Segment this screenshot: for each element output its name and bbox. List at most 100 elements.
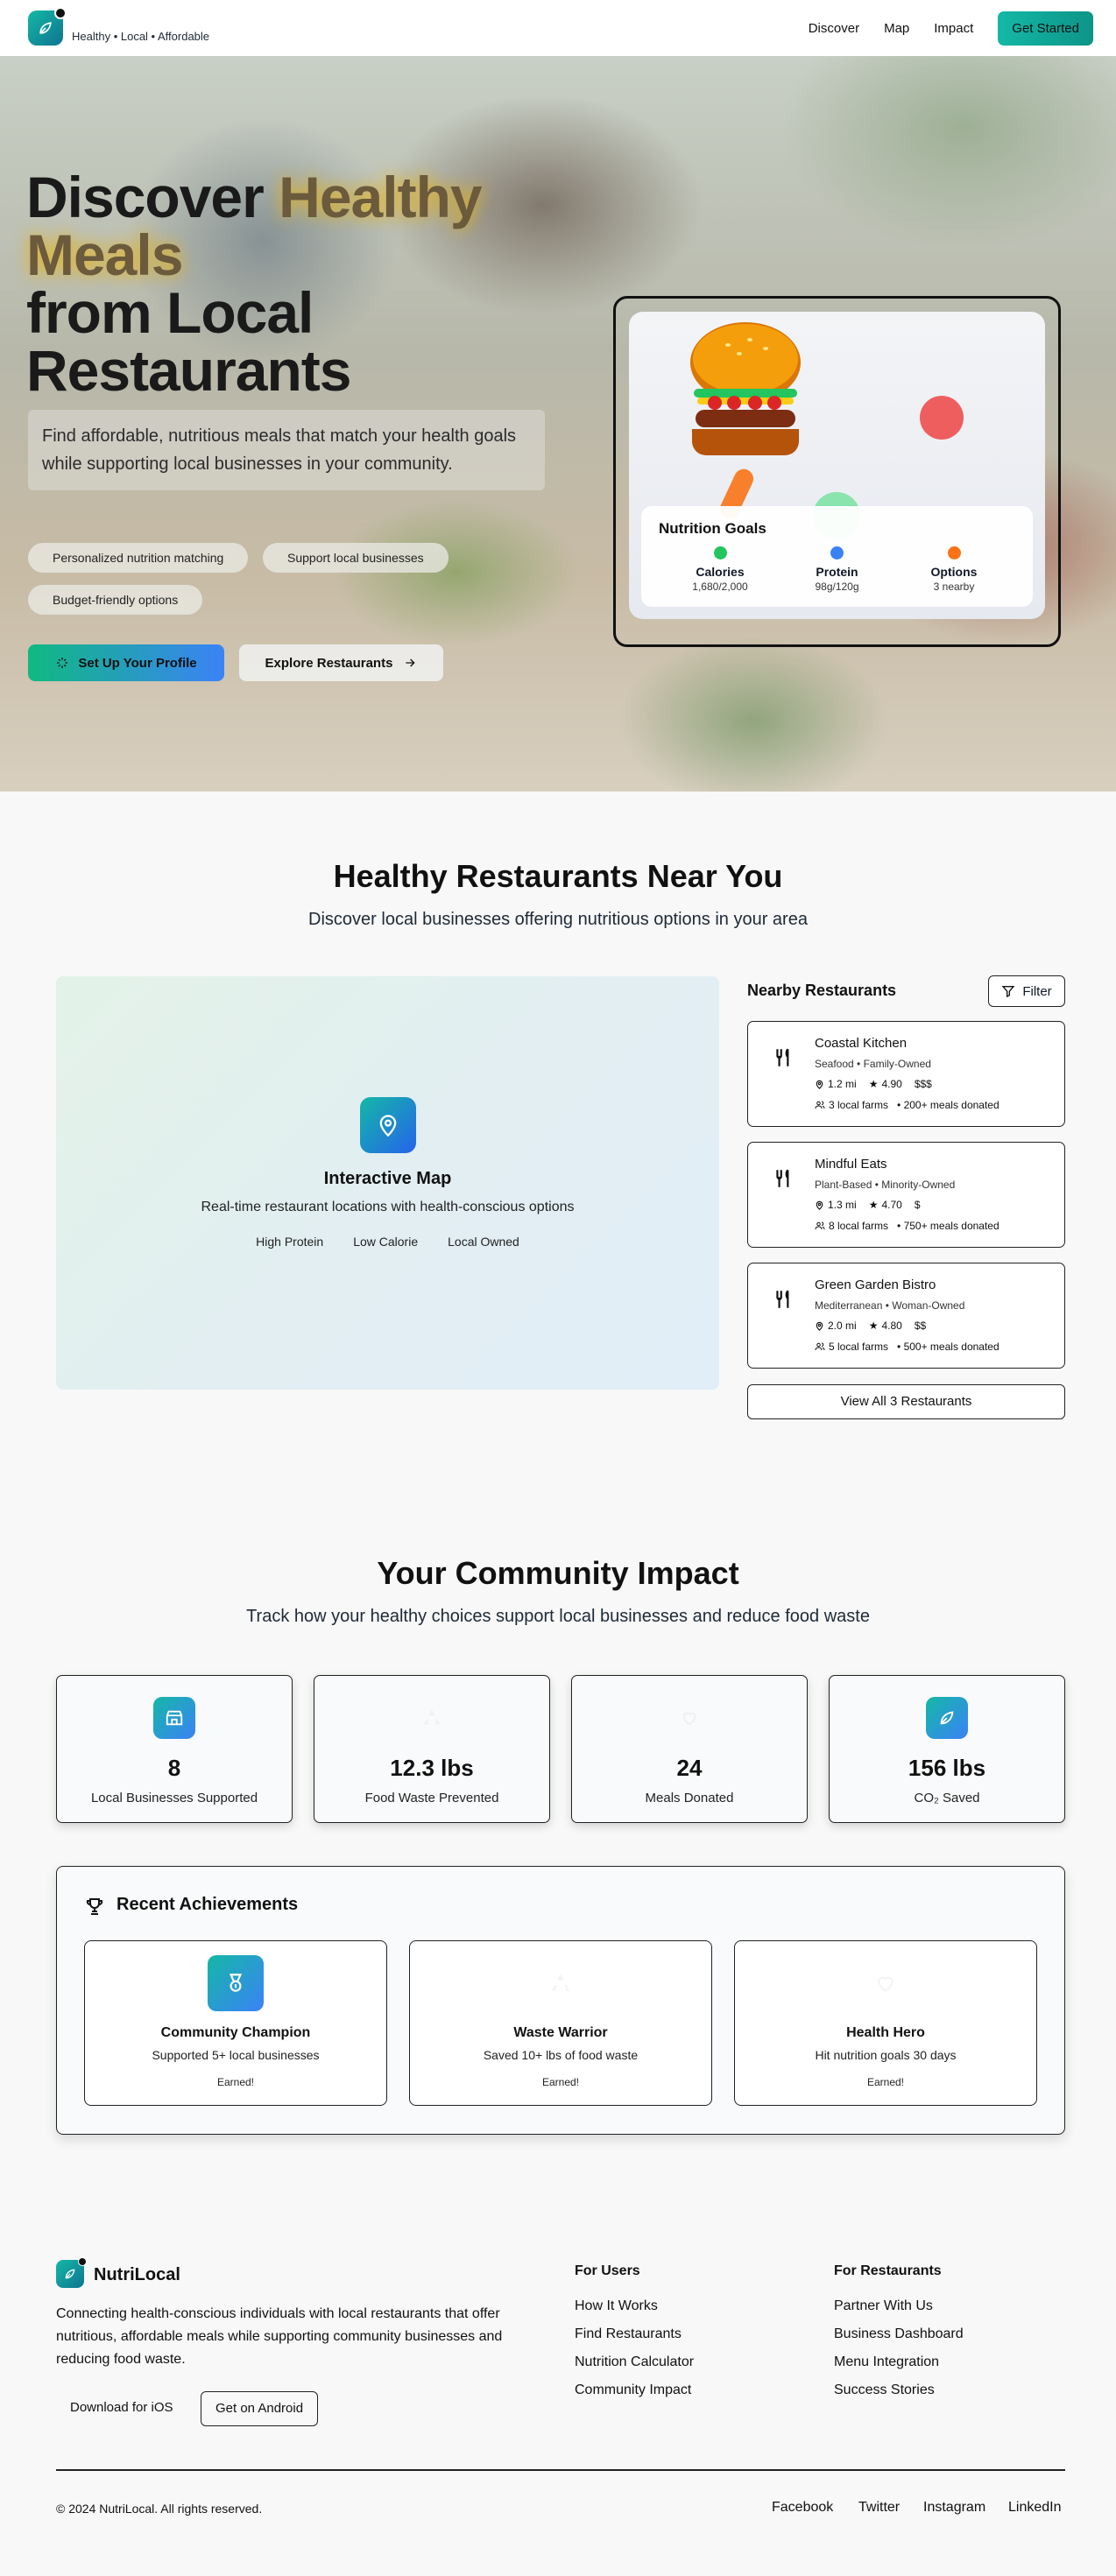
hero-title-highlight-2: Meals bbox=[26, 222, 183, 287]
utensils-icon bbox=[776, 1169, 789, 1187]
goal-label: Protein bbox=[816, 565, 858, 579]
filter-label: Filter bbox=[1022, 983, 1052, 999]
logo-badge bbox=[78, 2257, 87, 2266]
restaurant-meta: Mediterranean • Woman-Owned bbox=[815, 1299, 965, 1312]
footer-col-users-title: For Users bbox=[575, 2263, 640, 2278]
social-instagram[interactable]: Instagram bbox=[923, 2500, 985, 2516]
footer-brand: NutriLocal bbox=[94, 2265, 180, 2284]
users-icon bbox=[815, 1101, 825, 1109]
footer-link-success-stories[interactable]: Success Stories bbox=[834, 2382, 935, 2398]
restaurant-price: $ bbox=[914, 1199, 921, 1211]
nav-map[interactable]: Map bbox=[884, 21, 909, 36]
restaurant-meta: Plant-Based • Minority-Owned bbox=[815, 1179, 956, 1191]
stat-value: 24 bbox=[676, 1755, 703, 1781]
footer-link-partner[interactable]: Partner With Us bbox=[834, 2298, 933, 2314]
logo[interactable] bbox=[28, 7, 67, 46]
filter-icon bbox=[1001, 986, 1015, 998]
logo-badge bbox=[54, 7, 67, 19]
explore-restaurants-button[interactable]: Explore Restaurants bbox=[239, 644, 443, 681]
restaurant-impact: 5 local farms • 500+ meals donated bbox=[815, 1341, 999, 1353]
restaurant-name: Green Garden Bistro bbox=[815, 1277, 936, 1292]
status-dot bbox=[947, 546, 961, 560]
explore-label: Explore Restaurants bbox=[265, 655, 393, 671]
footer-divider bbox=[56, 2469, 1065, 2471]
restaurant-card-coastal-kitchen[interactable]: Coastal Kitchen Seafood • Family-Owned 1… bbox=[747, 1021, 1065, 1127]
nav-impact[interactable]: Impact bbox=[934, 21, 973, 36]
restaurant-distance: 1.2 mi bbox=[828, 1078, 857, 1090]
restaurant-meta: Seafood • Family-Owned bbox=[815, 1058, 931, 1070]
achievement-name: Health Hero bbox=[846, 2025, 925, 2040]
heart-icon bbox=[668, 1697, 710, 1739]
achievement-name: Waste Warrior bbox=[513, 2025, 608, 2040]
achievement-status: Earned! bbox=[541, 2076, 580, 2088]
restaurant-card-green-garden-bistro[interactable]: Green Garden Bistro Mediterranean • Woma… bbox=[747, 1263, 1065, 1369]
hero-title-part-3: from Local bbox=[26, 280, 314, 345]
view-all-restaurants-button[interactable]: View All 3 Restaurants bbox=[747, 1384, 1065, 1419]
stat-label: CO₂ Saved bbox=[914, 1791, 980, 1805]
map-pin-icon bbox=[816, 1321, 823, 1331]
chip-local: Support local businesses bbox=[263, 543, 449, 573]
hero-title: Discover Healthy Meals from Local Restau… bbox=[26, 168, 552, 399]
footer-link-find-restaurants[interactable]: Find Restaurants bbox=[575, 2326, 682, 2342]
medal-icon bbox=[208, 1955, 264, 2011]
leaf-icon bbox=[39, 22, 52, 34]
restaurant-rating: 4.90 bbox=[881, 1078, 902, 1090]
footer-link-nutrition-calculator[interactable]: Nutrition Calculator bbox=[575, 2354, 694, 2370]
nav-discover[interactable]: Discover bbox=[809, 21, 859, 36]
status-dot bbox=[713, 546, 727, 560]
footer-link-how-it-works[interactable]: How It Works bbox=[575, 2298, 658, 2314]
get-started-button[interactable]: Get Started bbox=[998, 11, 1093, 46]
footer-link-menu-integration[interactable]: Menu Integration bbox=[834, 2354, 939, 2370]
restaurant-stats: 2.0 mi ★ 4.80 $$ bbox=[815, 1320, 926, 1332]
map-title: Interactive Map bbox=[323, 1169, 452, 1188]
social-twitter[interactable]: Twitter bbox=[858, 2500, 900, 2516]
map-tag-low-calorie: Low Calorie bbox=[353, 1235, 419, 1249]
stat-card-co2: 156 lbs CO₂ Saved bbox=[829, 1675, 1065, 1823]
goal-label: Calories bbox=[696, 565, 745, 579]
get-android-button[interactable]: Get on Android bbox=[201, 2391, 319, 2426]
footer-link-community-impact[interactable]: Community Impact bbox=[575, 2382, 691, 2398]
filter-button[interactable]: Filter bbox=[988, 975, 1065, 1007]
social-linkedin[interactable]: LinkedIn bbox=[1008, 2500, 1062, 2516]
restaurant-impact: 8 local farms • 750+ meals donated bbox=[815, 1220, 999, 1232]
map-pin-icon bbox=[816, 1080, 823, 1089]
site-header: Healthy • Local • Affordable Discover Ma… bbox=[0, 0, 1116, 56]
interactive-map[interactable]: Interactive Map Real-time restaurant loc… bbox=[56, 976, 719, 1390]
social-facebook[interactable]: Facebook bbox=[772, 2500, 833, 2516]
stat-value: 8 bbox=[167, 1755, 181, 1781]
footer-logo[interactable] bbox=[56, 2257, 87, 2288]
leaf-icon bbox=[926, 1697, 968, 1739]
map-pin-icon bbox=[816, 1200, 823, 1210]
achievement-health-hero: Health Hero Hit nutrition goals 30 days … bbox=[734, 1940, 1037, 2106]
sparkle-icon bbox=[57, 658, 68, 668]
goal-calories: Calories 1,680/2,000 bbox=[667, 546, 773, 593]
impact-subtitle: Track how your healthy choices support l… bbox=[246, 1607, 870, 1626]
stat-value: 12.3 lbs bbox=[390, 1755, 474, 1781]
restaurant-stats: 1.3 mi ★ 4.70 $ bbox=[815, 1199, 921, 1211]
restaurant-stats: 1.2 mi ★ 4.90 $$$ bbox=[815, 1078, 932, 1090]
restaurant-card-mindful-eats[interactable]: Mindful Eats Plant-Based • Minority-Owne… bbox=[747, 1142, 1065, 1248]
leaf-icon bbox=[65, 2269, 75, 2279]
tagline: Healthy • Local • Affordable bbox=[72, 29, 210, 43]
heart-icon bbox=[858, 1955, 914, 2011]
achievement-status: Earned! bbox=[216, 2076, 255, 2088]
setup-profile-button[interactable]: Set Up Your Profile bbox=[28, 644, 224, 681]
main-nav: Discover Map Impact Get Started bbox=[809, 11, 1093, 46]
footer-link-business-dashboard[interactable]: Business Dashboard bbox=[834, 2326, 964, 2342]
download-ios-button[interactable]: Download for iOS bbox=[56, 2391, 187, 2426]
impact-title: Your Community Impact bbox=[377, 1555, 739, 1591]
recycle-icon bbox=[533, 1955, 589, 2011]
restaurant-name: Coastal Kitchen bbox=[815, 1036, 908, 1051]
restaurant-donated: • 500+ meals donated bbox=[897, 1341, 999, 1353]
restaurant-rating: 4.80 bbox=[881, 1320, 902, 1332]
map-subtitle: Real-time restaurant locations with heal… bbox=[201, 1200, 575, 1214]
achievement-desc: Saved 10+ lbs of food waste bbox=[483, 2048, 639, 2062]
hero-title-part-4: Restaurants bbox=[26, 338, 351, 403]
restaurant-donated: • 750+ meals donated bbox=[897, 1220, 999, 1232]
achievements-title: Recent Achievements bbox=[117, 1895, 299, 1914]
map-tag-high-protein: High Protein bbox=[256, 1235, 324, 1249]
footer-description: Connecting health-conscious individuals … bbox=[56, 2306, 503, 2367]
users-icon bbox=[815, 1221, 825, 1230]
nutrition-goals-title: Nutrition Goals bbox=[659, 520, 766, 537]
trophy-icon bbox=[86, 1898, 103, 1915]
